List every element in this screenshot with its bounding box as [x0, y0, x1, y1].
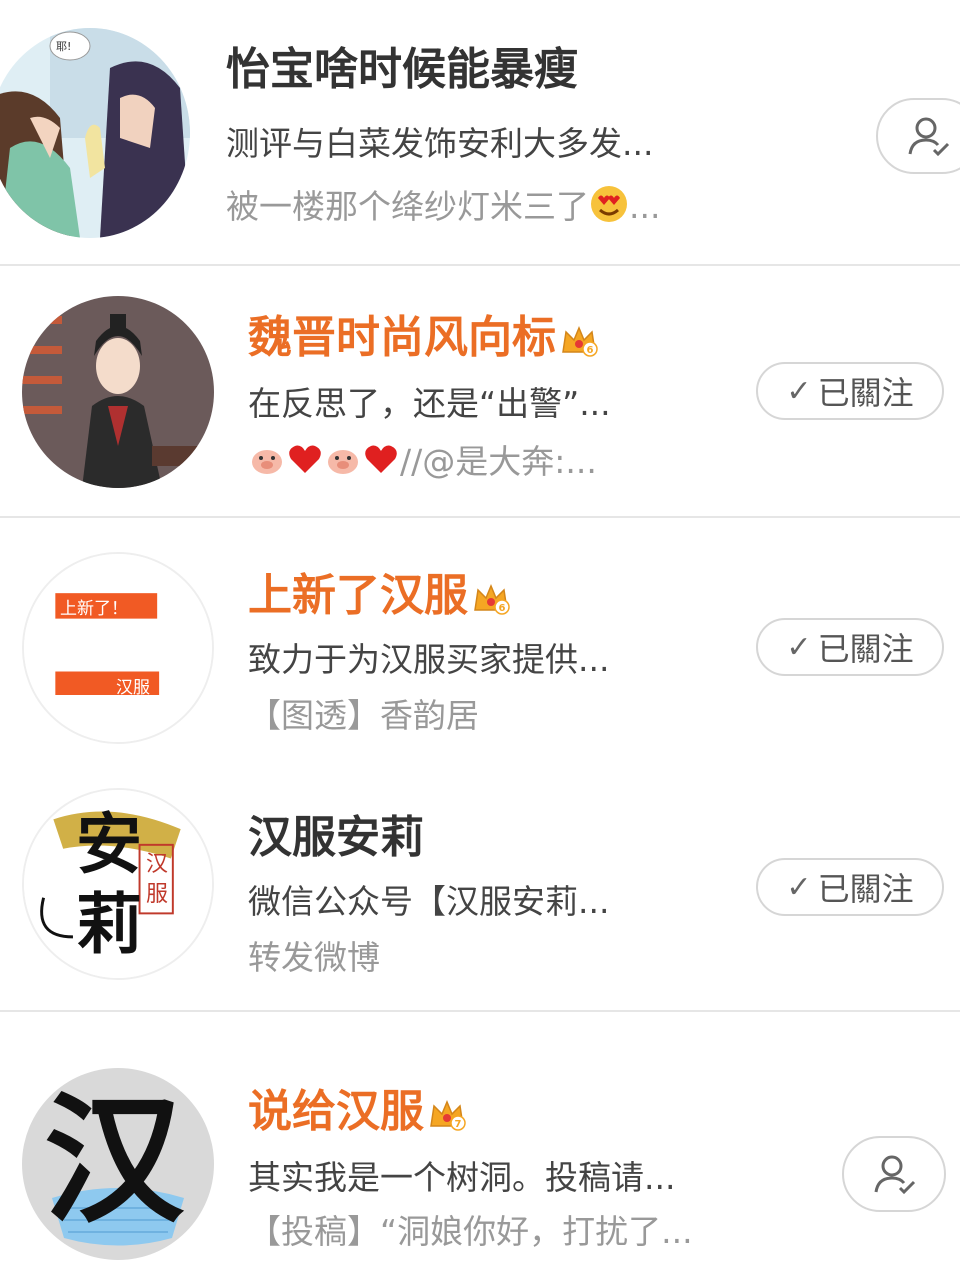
avatar[interactable]: 耶!	[0, 28, 190, 238]
user-latest-post: //@是大奔:...	[248, 440, 597, 487]
user-latest-post: 被一楼那个绛纱灯米三了 ...	[226, 184, 660, 233]
crown-level: 6	[587, 345, 594, 356]
heart-icon	[362, 440, 400, 487]
avatar-illustration	[22, 296, 214, 488]
user-name[interactable]: 魏晋时尚风向标 6	[248, 312, 598, 364]
check-icon: ✓	[786, 869, 812, 905]
heart-icon	[286, 440, 324, 487]
crown-level: 7	[455, 1119, 462, 1130]
crown-icon: 6	[562, 326, 598, 357]
avatar-text-top: 上新了！	[60, 599, 128, 619]
user-description: 在反思了，还是“出警”...	[248, 384, 611, 423]
avatar-calligraphy-text: 安莉	[76, 805, 142, 963]
user-row[interactable]: 上新了！ 汉服 上新了汉服 6 致力于为汉服买家提供... 【图透】香韵居 ✓ 已…	[0, 518, 960, 770]
heart-eyes-emoji-icon	[589, 184, 629, 233]
user-add-icon	[874, 1155, 916, 1195]
avatar[interactable]	[22, 296, 214, 488]
user-list: 耶! 怡宝啥时候能暴瘦 测评与白菜发饰安利大多发... 被一楼那个绛纱灯米三了 …	[0, 0, 960, 1280]
avatar-bubble-text: 耶!	[56, 40, 72, 53]
following-label: 已關注	[817, 630, 914, 668]
user-row[interactable]: 汉 说给汉服 7 其实我是一个树洞。投稿请... 【投稿】“洞娘你好，打扰了...	[0, 1012, 960, 1280]
user-latest-post: 【图透】香韵居	[248, 696, 479, 735]
user-row[interactable]: 耶! 怡宝啥时候能暴瘦 测评与白菜发饰安利大多发... 被一楼那个绛纱灯米三了 …	[0, 0, 960, 264]
user-name[interactable]: 说给汉服 7	[248, 1086, 466, 1138]
user-add-icon	[908, 117, 950, 157]
crown-level: 6	[499, 603, 506, 614]
following-label: 已關注	[817, 374, 914, 412]
user-description: 测评与白菜发饰安利大多发...	[226, 124, 654, 163]
avatar[interactable]: 上新了！ 汉服	[22, 552, 214, 744]
user-description: 微信公众号【汉服安莉...	[248, 882, 610, 921]
user-latest-post: 转发微博	[248, 938, 380, 977]
avatar-calligraphy-text: 汉	[44, 1079, 185, 1243]
crown-icon: 7	[430, 1100, 466, 1131]
user-row[interactable]: 魏晋时尚风向标 6 在反思了，还是“出警”... //@是大奔:... ✓ 已關注	[0, 266, 960, 516]
user-name[interactable]: 怡宝啥时候能暴瘦	[226, 44, 578, 96]
check-icon: ✓	[786, 373, 812, 409]
user-latest-post: 【投稿】“洞娘你好，打扰了...	[248, 1212, 693, 1251]
avatar[interactable]: 汉	[22, 1068, 214, 1260]
pig-emoji-icon	[324, 440, 362, 487]
crown-icon: 6	[474, 584, 510, 615]
user-name[interactable]: 上新了汉服 6	[248, 570, 510, 622]
avatar-seal-text: 汉服	[146, 852, 169, 907]
pig-emoji-icon	[248, 440, 286, 487]
add-follow-button[interactable]	[876, 98, 960, 174]
avatar-illustration	[0, 28, 190, 238]
following-button[interactable]: ✓ 已關注	[756, 618, 944, 676]
following-button[interactable]: ✓ 已關注	[756, 858, 944, 916]
user-description: 其实我是一个树洞。投稿请...	[248, 1158, 676, 1197]
following-label: 已關注	[817, 870, 914, 908]
user-row[interactable]: 安莉 汉服 汉服安莉 微信公众号【汉服安莉... 转发微博 ✓ 已關注	[0, 770, 960, 1010]
user-description: 致力于为汉服买家提供...	[248, 640, 610, 679]
check-icon: ✓	[786, 629, 812, 665]
avatar[interactable]: 安莉 汉服	[22, 788, 214, 980]
avatar-illustration	[24, 554, 212, 742]
add-follow-button[interactable]	[842, 1136, 946, 1212]
following-button[interactable]: ✓ 已關注	[756, 362, 944, 420]
avatar-text-bottom: 汉服	[116, 678, 150, 698]
user-name[interactable]: 汉服安莉	[248, 812, 424, 864]
